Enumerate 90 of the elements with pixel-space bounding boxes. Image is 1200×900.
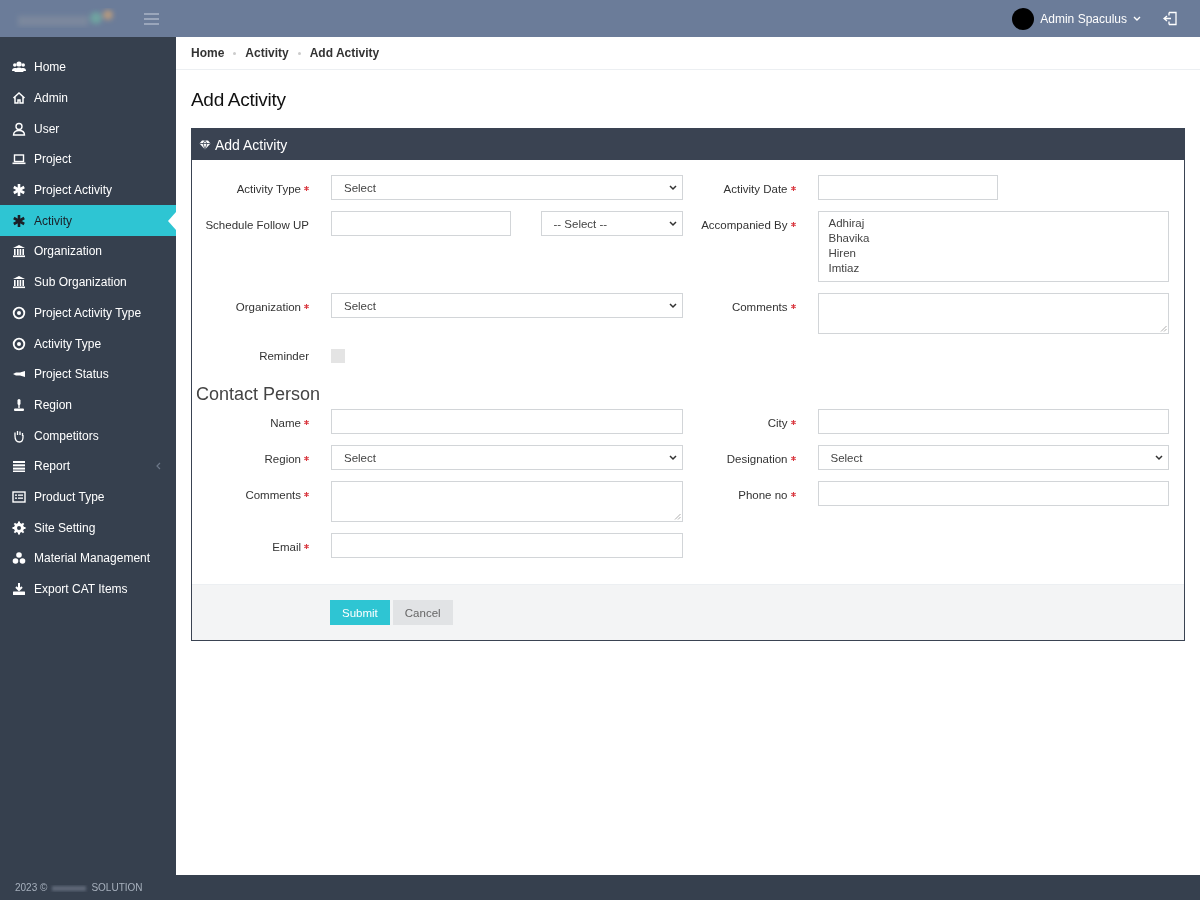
- sidebar-item[interactable]: Home: [0, 52, 176, 83]
- users-icon: [12, 60, 26, 75]
- field-label: Email: [272, 541, 301, 555]
- caret-icon: [668, 184, 677, 191]
- bank-icon: [12, 275, 26, 290]
- target-icon: [12, 305, 26, 320]
- input-field[interactable]: [331, 533, 683, 558]
- avatar-icon: [1012, 7, 1035, 30]
- sidebar-item[interactable]: Admin: [0, 82, 176, 114]
- target-icon: [12, 336, 26, 351]
- sidebar-item[interactable]: Material Management: [0, 543, 176, 574]
- logout-icon[interactable]: [1163, 11, 1178, 26]
- sidebar-item[interactable]: Report: [0, 450, 176, 482]
- asterisk-icon: [12, 213, 26, 228]
- select-field[interactable]: -- Select --: [540, 211, 683, 236]
- input-field[interactable]: [331, 211, 511, 236]
- resize-icon: [1160, 325, 1167, 332]
- menu-icon[interactable]: [144, 12, 159, 25]
- download-icon: [12, 582, 26, 597]
- page-title: Add Activity: [191, 89, 287, 111]
- select-field[interactable]: Select: [331, 293, 683, 318]
- sidebar-item[interactable]: User: [0, 113, 176, 145]
- field-label: Name: [270, 417, 301, 431]
- sidebar-item[interactable]: Project: [0, 144, 176, 175]
- field-label: Schedule Follow UP: [205, 219, 309, 233]
- sidebar-item[interactable]: Region: [0, 389, 176, 421]
- select-field[interactable]: Select: [331, 175, 683, 200]
- company-name: SOLUTION: [91, 882, 143, 893]
- list-option[interactable]: Adhiraj: [828, 216, 1158, 231]
- input-field[interactable]: [817, 481, 1169, 506]
- sidebar-item[interactable]: Competitors: [0, 420, 176, 451]
- bank-icon: [12, 244, 26, 259]
- sidebar-item[interactable]: Project Activity Type: [0, 297, 176, 329]
- resize-icon: [673, 513, 681, 520]
- breadcrumb-link[interactable]: Home: [191, 46, 225, 60]
- sidebar-item[interactable]: Activity: [0, 205, 176, 237]
- field-label: Phone no: [738, 489, 788, 503]
- user-menu[interactable]: Admin Spaculus: [1012, 7, 1141, 30]
- breadcrumb-link[interactable]: Add Activity: [309, 46, 380, 60]
- sidebar-item[interactable]: Site Setting: [0, 512, 176, 543]
- list-icon: [12, 489, 26, 504]
- sidebar-item[interactable]: Organization: [0, 236, 176, 267]
- user-icon: [12, 121, 26, 136]
- field-label: City: [767, 417, 788, 431]
- caret-icon: [668, 454, 677, 461]
- list-option[interactable]: Bhavika: [828, 231, 1158, 246]
- section-title: Contact Person: [196, 384, 322, 405]
- list-icon: [12, 459, 26, 474]
- select-field[interactable]: Select: [331, 445, 683, 470]
- asterisk-icon: [12, 183, 26, 198]
- field-label: Organization: [235, 301, 301, 315]
- list-box[interactable]: Adhiraj Bhavika Hiren Imtiaz: [817, 211, 1169, 282]
- field-label: Region: [264, 453, 301, 467]
- cancel-button[interactable]: Cancel: [392, 600, 453, 625]
- input-field[interactable]: [817, 409, 1169, 434]
- breadcrumb-link[interactable]: Activity: [245, 46, 289, 60]
- gear-icon: [12, 520, 26, 535]
- sidebar-item[interactable]: Sub Organization: [0, 266, 176, 298]
- comments-field[interactable]: [331, 481, 683, 522]
- laptop-icon: [12, 152, 26, 167]
- checkbox[interactable]: [331, 349, 345, 363]
- sidebar-item[interactable]: Product Type: [0, 481, 176, 513]
- field-label: Accompanied By: [701, 219, 788, 233]
- list-option[interactable]: Hiren: [828, 246, 1158, 261]
- select-field[interactable]: Select: [817, 445, 1169, 470]
- sidebar-item[interactable]: Project Status: [0, 358, 176, 390]
- pin-icon: [12, 397, 26, 412]
- sidebar-item[interactable]: Activity Type: [0, 328, 176, 359]
- field-label: Comments: [731, 301, 788, 315]
- sidebar-item[interactable]: Export CAT Items: [0, 573, 176, 605]
- field-label: Activity Date: [723, 183, 788, 197]
- sidebar-item[interactable]: Project Activity: [0, 174, 176, 206]
- cubes-icon: [12, 551, 26, 566]
- field-label: Comments: [245, 489, 301, 503]
- field-label: Reminder: [259, 350, 309, 364]
- comments-field[interactable]: [817, 293, 1169, 334]
- panel-title: Add Activity: [215, 136, 288, 153]
- diamond-icon: [199, 139, 211, 150]
- copyright-text: 2023 ©: [15, 882, 48, 893]
- field-label: Designation: [726, 453, 788, 467]
- hand-icon: [12, 428, 26, 443]
- chevron-icon: [1133, 15, 1141, 22]
- caret-icon: [668, 302, 677, 309]
- list-option[interactable]: Imtiaz: [828, 261, 1158, 276]
- home-icon: [12, 91, 26, 106]
- date-field[interactable]: [817, 175, 998, 200]
- caret-icon: [668, 220, 677, 227]
- input-field[interactable]: [331, 409, 683, 434]
- caret-icon: [1155, 454, 1163, 461]
- field-label: Activity Type: [236, 183, 301, 197]
